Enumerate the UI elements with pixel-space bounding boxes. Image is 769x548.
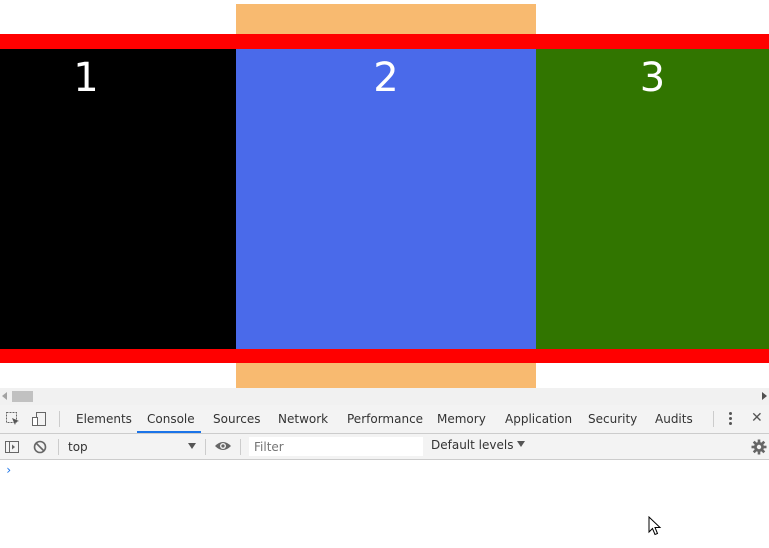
tab-audits[interactable]: Audits bbox=[655, 405, 693, 433]
horizontal-scrollbar[interactable] bbox=[0, 388, 769, 405]
tabbar-separator bbox=[713, 411, 714, 427]
devtools-tabbar: Elements Console Sources Network Perform… bbox=[0, 405, 769, 434]
scrollbar-thumb[interactable] bbox=[12, 391, 33, 402]
active-tab-indicator bbox=[137, 431, 201, 433]
tab-memory[interactable]: Memory bbox=[437, 405, 486, 433]
more-options-icon[interactable] bbox=[729, 412, 733, 426]
toolbar-separator bbox=[58, 439, 59, 455]
show-console-sidebar-icon[interactable] bbox=[4, 439, 20, 455]
live-expression-eye-icon[interactable] bbox=[214, 440, 232, 452]
log-levels-label: Default levels bbox=[431, 438, 514, 452]
gear-icon[interactable] bbox=[751, 439, 767, 455]
mouse-cursor-icon bbox=[648, 516, 662, 536]
clear-console-icon[interactable] bbox=[33, 440, 47, 454]
tab-security[interactable]: Security bbox=[588, 405, 637, 433]
box-2: 2 bbox=[236, 49, 536, 349]
chevron-down-icon bbox=[517, 441, 526, 447]
toolbar-separator bbox=[205, 439, 206, 455]
tab-sources[interactable]: Sources bbox=[213, 405, 260, 433]
scroll-right-arrow-icon[interactable] bbox=[762, 392, 767, 400]
tab-console[interactable]: Console bbox=[147, 405, 195, 433]
inspect-element-icon[interactable] bbox=[5, 411, 21, 427]
tabbar-separator bbox=[59, 411, 60, 427]
tab-application[interactable]: Application bbox=[505, 405, 572, 433]
box-3-label: 3 bbox=[639, 55, 666, 101]
context-selector-value: top bbox=[68, 440, 88, 454]
console-prompt[interactable]: › bbox=[5, 463, 12, 477]
filter-input[interactable] bbox=[249, 437, 423, 456]
page-viewport: 1 2 3 bbox=[0, 0, 769, 388]
device-toolbar-icon[interactable] bbox=[31, 411, 47, 427]
red-band-bottom bbox=[0, 349, 769, 363]
log-levels-dropdown[interactable]: Default levels bbox=[431, 438, 526, 452]
context-selector[interactable]: top bbox=[62, 437, 202, 457]
box-2-label: 2 bbox=[373, 55, 399, 101]
close-icon[interactable]: ✕ bbox=[751, 410, 763, 427]
box-1-label: 1 bbox=[73, 55, 99, 101]
box-1: 1 bbox=[0, 49, 236, 349]
tab-performance[interactable]: Performance bbox=[347, 405, 423, 433]
chevron-down-icon bbox=[188, 443, 196, 449]
tab-elements[interactable]: Elements bbox=[76, 405, 132, 433]
red-band-top bbox=[0, 34, 769, 49]
box-3: 3 bbox=[536, 49, 769, 349]
console-toolbar: top Default levels bbox=[0, 434, 769, 460]
tab-network[interactable]: Network bbox=[278, 405, 328, 433]
toolbar-separator bbox=[240, 439, 241, 455]
scroll-left-arrow-icon[interactable] bbox=[2, 392, 7, 400]
